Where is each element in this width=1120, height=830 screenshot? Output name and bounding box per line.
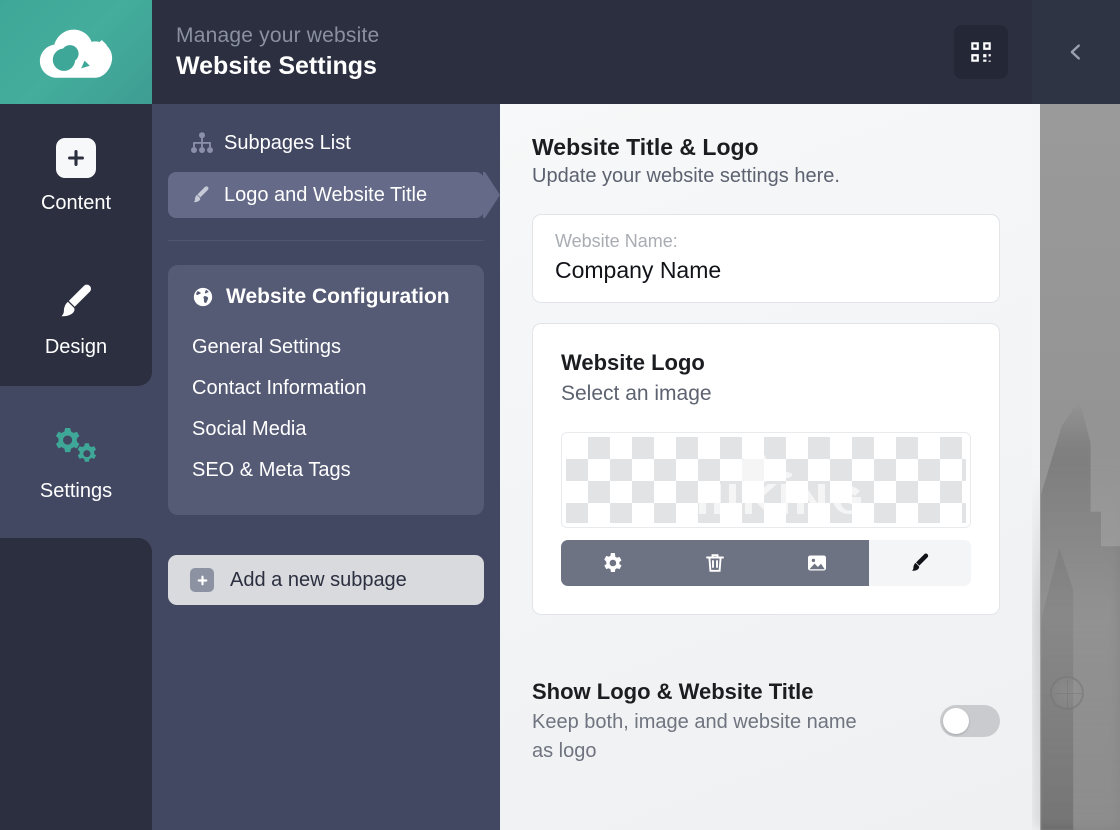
plus-icon: [65, 147, 87, 169]
preview-fog: [1032, 470, 1120, 830]
gear-icon: [600, 551, 624, 575]
cloud-brush-icon: [33, 21, 119, 83]
show-logo-title: Show Logo & Website Title: [532, 677, 924, 707]
website-configuration-card: Website Configuration General Settings C…: [168, 265, 484, 515]
config-link-social-media[interactable]: Social Media: [192, 409, 460, 450]
settings-icon-wrap: [50, 418, 102, 474]
logo-settings-button[interactable]: [561, 540, 664, 586]
show-logo-setting-row: Show Logo & Website Title Keep both, ima…: [532, 677, 1000, 766]
nav-item-subpages-list-label: Subpages List: [224, 132, 351, 155]
design-icon-wrap: [54, 274, 98, 330]
trash-icon: [703, 551, 727, 575]
globe-icon: [192, 286, 214, 308]
website-name-field[interactable]: Website Name: Company Name: [532, 214, 1000, 303]
logo-preview-area[interactable]: [561, 432, 971, 528]
website-configuration-label: Website Configuration: [226, 285, 450, 309]
content-section-title: Website Title & Logo: [532, 132, 1000, 162]
logo-choose-image-button[interactable]: [766, 540, 869, 586]
show-logo-texts: Show Logo & Website Title Keep both, ima…: [532, 677, 924, 766]
config-link-contact-information[interactable]: Contact Information: [192, 368, 460, 409]
show-logo-toggle[interactable]: [940, 705, 1000, 737]
page-title: Website Settings: [176, 51, 954, 82]
website-configuration-heading: Website Configuration: [192, 285, 460, 309]
sidebar-item-settings-label: Settings: [40, 480, 112, 503]
settings-content-panel: Website Title & Logo Update your website…: [500, 104, 1032, 830]
nav-item-subpages-list[interactable]: Subpages List: [168, 120, 484, 166]
sidebar-item-design-label: Design: [45, 336, 107, 359]
sitemap-icon: [190, 132, 214, 154]
nav-item-logo-and-website-title[interactable]: Logo and Website Title: [168, 172, 484, 218]
brand-logo[interactable]: [0, 0, 152, 104]
content-section-subtitle: Update your website settings here.: [532, 163, 1000, 190]
config-link-general-settings[interactable]: General Settings: [192, 327, 460, 368]
qr-code-icon: [968, 39, 994, 65]
sidebar-item-design[interactable]: Design: [0, 274, 152, 359]
qr-code-button[interactable]: [954, 25, 1008, 79]
primary-sidebar: Content Design Settings: [0, 104, 152, 830]
brush-icon: [908, 551, 932, 575]
logo-edit-style-button[interactable]: [869, 540, 972, 586]
brush-icon: [190, 184, 212, 206]
sidebar-item-content-label: Content: [41, 192, 111, 215]
logo-watermark-image: [661, 440, 871, 520]
collapse-panel[interactable]: [1032, 0, 1120, 104]
header-kicker: Manage your website: [176, 22, 954, 49]
toggle-knob: [943, 708, 969, 734]
website-name-input[interactable]: Company Name: [555, 255, 977, 286]
brush-icon: [54, 280, 98, 324]
plus-badge: [56, 138, 96, 178]
plus-small-badge: [190, 568, 214, 592]
content-icon-wrap: [56, 130, 96, 186]
gears-icon: [50, 424, 102, 468]
nav-item-logo-and-website-title-label: Logo and Website Title: [224, 184, 427, 207]
logo-toolbar: [561, 540, 971, 586]
chevron-left-icon[interactable]: [1065, 41, 1087, 63]
plus-small-icon: [196, 574, 209, 587]
config-link-seo-meta-tags[interactable]: SEO & Meta Tags: [192, 450, 460, 491]
website-logo-title: Website Logo: [561, 348, 971, 378]
add-new-subpage-label: Add a new subpage: [230, 569, 407, 592]
brush-icon-wrap: [190, 184, 224, 206]
rail-bottom-surface: [0, 538, 152, 830]
nav-divider: [168, 240, 484, 241]
sidebar-item-settings[interactable]: Settings: [0, 418, 152, 503]
secondary-sidebar: Subpages List Logo and Website Title: [152, 104, 500, 830]
active-pointer-arrow: [483, 172, 501, 218]
website-logo-card: Website Logo Select an image: [532, 323, 1000, 615]
app-root: Manage your website Website Settings: [0, 0, 1120, 830]
add-new-subpage-button[interactable]: Add a new subpage: [168, 555, 484, 605]
image-icon: [805, 551, 829, 575]
header-titles: Manage your website Website Settings: [176, 22, 954, 82]
show-logo-subtitle: Keep both, image and website name as log…: [532, 708, 862, 766]
website-logo-subtitle: Select an image: [561, 379, 971, 408]
sitemap-icon-wrap: [190, 132, 224, 154]
sidebar-item-content[interactable]: Content: [0, 130, 152, 215]
logo-delete-button[interactable]: [664, 540, 767, 586]
website-name-label: Website Name:: [555, 229, 977, 254]
page-preview-photo: [1032, 104, 1120, 830]
page-header: Manage your website Website Settings: [152, 0, 1032, 104]
